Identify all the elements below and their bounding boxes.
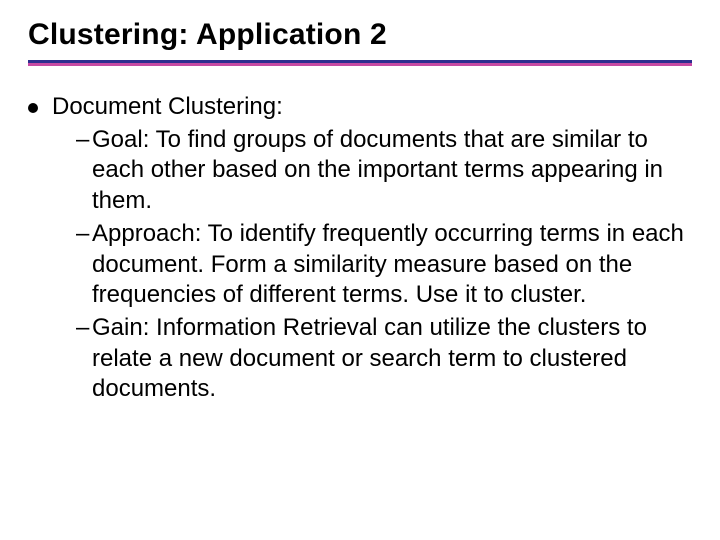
item-label: Gain: <box>92 314 149 341</box>
bullet-dot-icon <box>28 103 38 113</box>
item-text: To find groups of documents that are sim… <box>92 126 663 214</box>
list-item: – Gain: Information Retrieval can utiliz… <box>76 313 692 405</box>
title-underline <box>28 60 692 66</box>
bullet-level1: Document Clustering: – Goal: To find gro… <box>28 92 692 405</box>
dash-icon: – <box>76 313 92 344</box>
list-item: – Approach: To identify frequently occur… <box>76 219 692 311</box>
slide-body: Document Clustering: – Goal: To find gro… <box>28 92 692 405</box>
sub-bullet-list: – Goal: To find groups of documents that… <box>76 125 692 405</box>
item-label: Goal: <box>92 126 149 153</box>
dash-icon: – <box>76 125 92 156</box>
bullet-heading: Document Clustering: <box>52 93 283 120</box>
list-item: – Goal: To find groups of documents that… <box>76 125 692 217</box>
page-title: Clustering: Application 2 <box>28 18 692 52</box>
slide: Clustering: Application 2 Document Clust… <box>0 0 720 540</box>
item-text: Information Retrieval can utilize the cl… <box>92 314 647 402</box>
item-label: Approach: <box>92 220 201 247</box>
dash-icon: – <box>76 219 92 250</box>
